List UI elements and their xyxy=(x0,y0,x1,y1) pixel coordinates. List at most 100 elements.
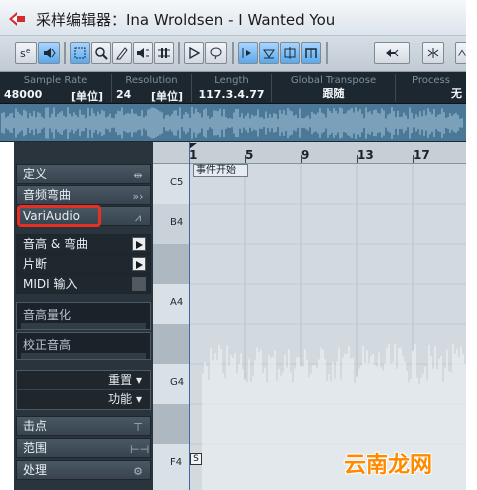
function-dropdown[interactable]: 功能 ▾ xyxy=(17,390,150,409)
inspector-panel: 定义 ⇹ 音频弯曲 »› VariAudio ⩘ 音高 & 弯曲 片断 MIDI… xyxy=(14,142,153,490)
audio-warp-icon: »› xyxy=(132,190,144,203)
segments-label: 片断 xyxy=(23,257,48,271)
bar-number: 5 xyxy=(245,148,254,162)
pitch-warp-arrow-icon xyxy=(132,237,146,251)
reset-label: 重置 xyxy=(108,373,133,387)
chevron-down-icon: ▾ xyxy=(135,373,142,387)
project-cursor xyxy=(189,142,190,490)
resolution-unit: [单位] xyxy=(150,90,183,103)
inspector-hitpoints[interactable]: 击点 ⊤ xyxy=(16,416,151,436)
pitch-quantize-control[interactable]: 音高量化 xyxy=(16,302,151,330)
solo-editor-icon: se xyxy=(20,47,30,60)
piano-keyboard[interactable]: C5 B4 A4 G4 F4 xyxy=(153,164,189,490)
segment-icon xyxy=(263,49,275,59)
pencil-icon xyxy=(116,47,128,60)
inspector-variaudio[interactable]: VariAudio ⩘ xyxy=(16,206,151,226)
segment-button[interactable] xyxy=(259,42,279,64)
cubase-app-icon xyxy=(9,12,25,26)
sample-editor-window: 采样编辑器：Ina Wroldsen - I Wanted You se Sam… xyxy=(0,0,469,490)
inspector-range[interactable]: 范围 ⊢⊣ xyxy=(16,438,151,458)
bar-number: 13 xyxy=(357,148,374,162)
audition-tool[interactable] xyxy=(133,42,153,64)
loop-button[interactable] xyxy=(205,42,227,64)
object-select-tool[interactable] xyxy=(70,42,90,64)
process-section-label: 处理 xyxy=(23,463,48,477)
segments-button[interactable]: 片断 xyxy=(16,254,151,274)
midi-input-label: MIDI 输入 xyxy=(23,277,78,291)
grid-icon xyxy=(305,48,317,58)
straighten-pitch-slider[interactable] xyxy=(21,353,146,359)
listen-button[interactable] xyxy=(38,42,60,64)
solo-editor-button[interactable]: se xyxy=(15,42,37,64)
sample-rate-label: Sample Rate xyxy=(23,75,88,86)
object-select-icon xyxy=(74,47,86,59)
audio-waveform xyxy=(189,164,466,490)
inspector-define[interactable]: 定义 ⇹ xyxy=(16,164,151,184)
inspector-process[interactable]: 处理 ⚙ xyxy=(16,460,151,480)
snap-icon xyxy=(242,48,251,58)
note-label-b4: B4 xyxy=(170,217,184,228)
grid-button[interactable] xyxy=(301,42,321,64)
note-label-a4: A4 xyxy=(170,297,184,308)
resolution-cell[interactable]: Resolution 24 [单位] xyxy=(112,74,192,103)
overview-waveform-graphic xyxy=(1,107,463,139)
segments-arrow-icon xyxy=(132,257,146,271)
play-icon xyxy=(189,46,201,60)
loop-icon xyxy=(210,47,222,60)
note-label-f4: F4 xyxy=(170,457,183,468)
global-transpose-value: 跟随 xyxy=(322,87,345,100)
process-cell[interactable]: Process 无 xyxy=(396,74,466,102)
pitch-quantize-slider[interactable] xyxy=(21,323,146,329)
audition-icon xyxy=(137,48,149,58)
hitpoints-label: 击点 xyxy=(23,419,48,433)
trim-icon xyxy=(427,48,439,58)
info-line: Sample Rate 48000 [单位] Resolution 24 [单位… xyxy=(0,72,466,104)
function-label: 功能 xyxy=(108,392,133,406)
global-transpose-cell[interactable]: Global Transpose 跟随 xyxy=(272,74,396,102)
pitch-warp-button[interactable]: 音高 & 弯曲 xyxy=(16,234,151,254)
length-label: Length xyxy=(214,75,249,86)
overview-waveform[interactable] xyxy=(0,104,466,142)
inspector-audio-warp[interactable]: 音频弯曲 »› xyxy=(16,185,151,205)
zoom-tool[interactable] xyxy=(91,42,111,64)
split-icon xyxy=(284,47,296,59)
trim-button[interactable] xyxy=(422,42,444,64)
bar-number: 9 xyxy=(301,148,310,162)
event-start-label[interactable]: 事件开始 xyxy=(193,164,248,177)
note-label-c5: C5 xyxy=(170,177,184,188)
follow-button[interactable] xyxy=(374,42,410,64)
split-button[interactable] xyxy=(280,42,300,64)
range-icon: ⊢⊣ xyxy=(130,443,150,456)
draw-tool[interactable] xyxy=(112,42,132,64)
length-value: 117.3.4.77 xyxy=(198,88,265,101)
scrub-tool[interactable] xyxy=(154,42,174,64)
variaudio-icon: ⩘ xyxy=(134,211,142,224)
gear-icon: ⚙ xyxy=(133,465,143,478)
svg-text:e: e xyxy=(26,47,30,55)
midi-input-button[interactable]: MIDI 输入 xyxy=(16,274,151,294)
define-icon: ⇹ xyxy=(133,169,143,182)
window-title: 采样编辑器：Ina Wroldsen - I Wanted You xyxy=(36,11,336,29)
hitpoints-icon: ⊤ xyxy=(133,421,143,434)
midi-input-toggle[interactable] xyxy=(132,277,146,291)
timeline-ruler[interactable]: 1 5 9 13 17 xyxy=(153,142,466,164)
snap-button[interactable] xyxy=(238,42,258,64)
sample-start-marker[interactable]: S xyxy=(190,453,202,465)
sample-rate-cell[interactable]: Sample Rate 48000 [单位] xyxy=(0,74,112,103)
sample-rate-unit: [单位] xyxy=(70,90,103,103)
chevron-down-icon: ▾ xyxy=(135,392,142,406)
play-button[interactable] xyxy=(184,42,204,64)
function-menu: 重置 ▾ 功能 ▾ xyxy=(16,370,151,410)
editor-canvas[interactable] xyxy=(189,164,466,490)
zoom-icon xyxy=(95,47,108,60)
note-label-g4: G4 xyxy=(170,377,185,388)
watermark-text: 云南龙网 xyxy=(344,453,433,478)
resolution-value: 24 xyxy=(116,88,132,101)
define-label: 定义 xyxy=(23,167,48,181)
scrub-icon xyxy=(158,48,170,58)
reset-dropdown[interactable]: 重置 ▾ xyxy=(17,371,150,390)
variaudio-label: VariAudio xyxy=(23,209,81,223)
straighten-pitch-control[interactable]: 校正音高 xyxy=(16,332,151,360)
audio-warp-label: 音频弯曲 xyxy=(23,188,72,202)
length-cell[interactable]: Length 117.3.4.77 xyxy=(192,74,272,102)
